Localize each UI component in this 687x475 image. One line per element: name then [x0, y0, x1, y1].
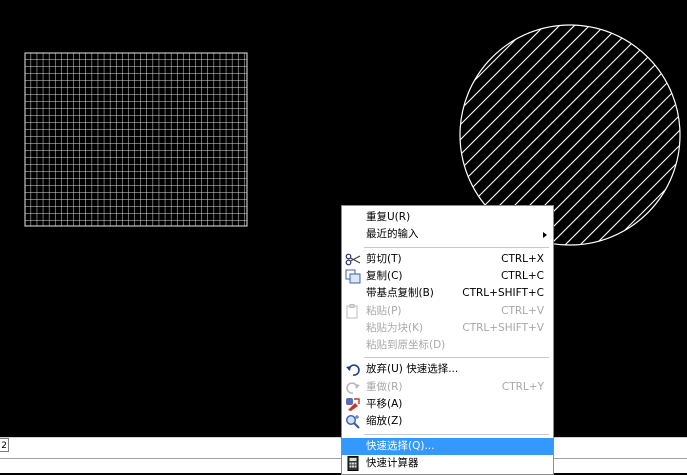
menu-item-paste-to-original-coordinates: 粘贴到原坐标(D) — [342, 337, 553, 354]
copy-icon — [345, 269, 361, 284]
menu-item-quick-select[interactable]: 快速选择(Q)... — [342, 437, 553, 455]
menu-item-shortcut: CTRL+V — [501, 304, 544, 317]
scissors-icon — [345, 252, 361, 267]
layout-tab[interactable]: 2 — [0, 438, 9, 452]
menu-item-shortcut: CTRL+SHIFT+V — [462, 321, 544, 334]
menu-item-label: 重复U(R) — [366, 211, 411, 223]
menu-item-label: 带基点复制(B) — [366, 287, 434, 300]
menu-item-label: 快速计算器 — [366, 456, 419, 469]
menu-item-redo: 重做(R) CTRL+Y — [342, 379, 553, 396]
menu-item-cut[interactable]: 剪切(T) CTRL+X — [342, 251, 553, 268]
menu-item-shortcut: CTRL+SHIFT+C — [462, 287, 544, 300]
undo-icon — [345, 362, 361, 377]
menu-item-label: 快速选择(Q)... — [366, 439, 435, 452]
hatch-line — [649, 25, 680, 245]
menu-item-label: 缩放(Z) — [366, 415, 403, 428]
paste-icon — [345, 303, 361, 319]
menu-separator — [364, 246, 549, 248]
menu-item-quickcalc[interactable]: 快速计算器 — [342, 455, 553, 472]
redo-icon — [345, 380, 361, 395]
menu-item-paste-as-block: 粘贴为块(K) CTRL+SHIFT+V — [342, 320, 553, 337]
submenu-arrow-icon — [543, 232, 547, 239]
calculator-icon — [345, 455, 361, 471]
menu-item-copy-with-base-point[interactable]: 带基点复制(B) CTRL+SHIFT+C — [342, 285, 553, 302]
hatch-line — [559, 25, 680, 245]
zoom-icon — [345, 414, 361, 430]
menu-item-repeat[interactable]: 重复U(R) — [342, 209, 553, 226]
menu-item-label: 放弃(U) 快速选择... — [366, 363, 459, 376]
menu-item-label: 最近的输入 — [366, 228, 419, 241]
hatch-line — [589, 25, 680, 245]
hatched-rectangle[interactable] — [24, 52, 248, 227]
menu-item-copy[interactable]: 复制(C) CTRL+C — [342, 268, 553, 285]
menu-item-undo[interactable]: 放弃(U) 快速选择... — [342, 361, 553, 378]
menu-item-shortcut: CTRL+Y — [501, 380, 544, 393]
menu-item-label: 粘贴到原坐标(D) — [366, 339, 446, 352]
menu-item-shortcut: CTRL+X — [501, 252, 544, 265]
menu-item-label: 重做(R) — [366, 380, 403, 393]
menu-item-label: 平移(A) — [366, 398, 403, 410]
menu-item-shortcut: CTRL+C — [500, 269, 544, 282]
menu-item-label: 剪切(T) — [366, 252, 402, 265]
menu-item-zoom[interactable]: 缩放(Z) — [342, 413, 553, 430]
menu-separator — [364, 357, 549, 359]
menu-separator — [364, 433, 549, 435]
menu-item-pan[interactable]: 平移(A) — [342, 396, 553, 413]
menu-item-label: 粘贴(P) — [366, 304, 402, 317]
pan-icon — [345, 397, 361, 412]
menu-item-label: 复制(C) — [366, 269, 403, 282]
menu-item-recent-input[interactable]: 最近的输入 — [342, 226, 553, 243]
context-menu: 重复U(R) 最近的输入剪切(T) CTRL+X 复制(C) CTRL+C 带基点复制(B… — [341, 205, 554, 475]
menu-item-paste: 粘贴(P) CTRL+V — [342, 303, 553, 320]
menu-item-label: 粘贴为块(K) — [366, 321, 424, 334]
